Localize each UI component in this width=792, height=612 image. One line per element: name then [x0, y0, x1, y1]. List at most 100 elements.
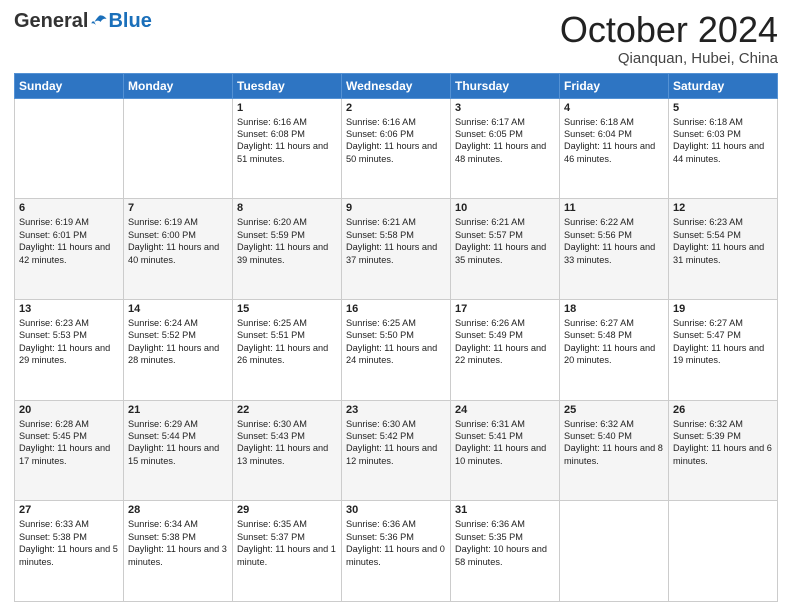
cell-info: Sunrise: 6:36 AM Sunset: 5:36 PM Dayligh… [346, 518, 446, 568]
col-header-wednesday: Wednesday [342, 73, 451, 98]
day-number: 17 [455, 303, 555, 315]
col-header-sunday: Sunday [15, 73, 124, 98]
calendar-cell: 1 Sunrise: 6:16 AM Sunset: 6:08 PM Daylig… [233, 98, 342, 199]
calendar-row-0: 1 Sunrise: 6:16 AM Sunset: 6:08 PM Daylig… [15, 98, 778, 199]
col-header-tuesday: Tuesday [233, 73, 342, 98]
calendar-cell: 2Sunrise: 6:16 AM Sunset: 6:06 PM Daylig… [342, 98, 451, 199]
cell-info: Sunrise: 6:25 AM Sunset: 5:51 PM Dayligh… [237, 317, 337, 367]
calendar-cell [560, 501, 669, 602]
day-number: 8 [237, 202, 337, 214]
calendar-cell: 14 Sunrise: 6:24 AM Sunset: 5:52 PM Dayli… [124, 299, 233, 400]
day-number: 14 [128, 303, 228, 315]
cell-info: Sunrise: 6:22 AM Sunset: 5:56 PM Dayligh… [564, 216, 664, 266]
calendar-row-4: 27 Sunrise: 6:33 AM Sunset: 5:38 PM Dayli… [15, 501, 778, 602]
cell-info: Sunrise: 6:26 AM Sunset: 5:49 PM Dayligh… [455, 317, 555, 367]
calendar-cell: 7 Sunrise: 6:19 AM Sunset: 6:00 PM Daylig… [124, 199, 233, 300]
calendar-cell: 8 Sunrise: 6:20 AM Sunset: 5:59 PM Daylig… [233, 199, 342, 300]
cell-info: Sunrise: 6:19 AM Sunset: 6:00 PM Dayligh… [128, 216, 228, 266]
day-number: 25 [564, 404, 664, 416]
calendar-cell: 17 Sunrise: 6:26 AM Sunset: 5:49 PM Dayli… [451, 299, 560, 400]
cell-info: Sunrise: 6:21 AM Sunset: 5:58 PM Dayligh… [346, 216, 446, 266]
day-number: 29 [237, 504, 337, 516]
day-number: 15 [237, 303, 337, 315]
calendar-cell: 16 Sunrise: 6:25 AM Sunset: 5:50 PM Dayli… [342, 299, 451, 400]
cell-info: Sunrise: 6:32 AM Sunset: 5:39 PM Dayligh… [673, 418, 773, 468]
cell-info: Sunrise: 6:29 AM Sunset: 5:44 PM Dayligh… [128, 418, 228, 468]
day-number: 30 [346, 504, 446, 516]
day-number: 16 [346, 303, 446, 315]
cell-info: Sunrise: 6:23 AM Sunset: 5:53 PM Dayligh… [19, 317, 119, 367]
calendar-cell: 23 Sunrise: 6:30 AM Sunset: 5:42 PM Dayli… [342, 400, 451, 501]
calendar-cell: 28 Sunrise: 6:34 AM Sunset: 5:38 PM Dayli… [124, 501, 233, 602]
day-number: 9 [346, 202, 446, 214]
cell-info: Sunrise: 6:27 AM Sunset: 5:48 PM Dayligh… [564, 317, 664, 367]
day-number: 1 [237, 102, 337, 114]
cell-info: Sunrise: 6:31 AM Sunset: 5:41 PM Dayligh… [455, 418, 555, 468]
day-number: 28 [128, 504, 228, 516]
cell-info: Sunrise: 6:19 AM Sunset: 6:01 PM Dayligh… [19, 216, 119, 266]
cell-info: Sunrise: 6:34 AM Sunset: 5:38 PM Dayligh… [128, 518, 228, 568]
cell-info: Sunrise: 6:18 AM Sunset: 6:04 PM Dayligh… [564, 116, 664, 166]
cell-info: Sunrise: 6:27 AM Sunset: 5:47 PM Dayligh… [673, 317, 773, 367]
logo-general: General [14, 10, 88, 33]
cell-info: Sunrise: 6:36 AM Sunset: 5:35 PM Dayligh… [455, 518, 555, 568]
calendar-cell: 19 Sunrise: 6:27 AM Sunset: 5:47 PM Dayli… [669, 299, 778, 400]
calendar-cell: 22 Sunrise: 6:30 AM Sunset: 5:43 PM Dayli… [233, 400, 342, 501]
col-header-friday: Friday [560, 73, 669, 98]
title-block: October 2024 Qianquan, Hubei, China [560, 10, 778, 67]
day-number: 22 [237, 404, 337, 416]
day-number: 3 [455, 102, 555, 114]
calendar-cell: 25 Sunrise: 6:32 AM Sunset: 5:40 PM Dayli… [560, 400, 669, 501]
day-number: 24 [455, 404, 555, 416]
col-header-saturday: Saturday [669, 73, 778, 98]
calendar-cell: 26 Sunrise: 6:32 AM Sunset: 5:39 PM Dayli… [669, 400, 778, 501]
col-header-thursday: Thursday [451, 73, 560, 98]
calendar-cell: 18Sunrise: 6:27 AM Sunset: 5:48 PM Dayli… [560, 299, 669, 400]
cell-info: Sunrise: 6:25 AM Sunset: 5:50 PM Dayligh… [346, 317, 446, 367]
day-number: 31 [455, 504, 555, 516]
cell-info: Sunrise: 6:16 AM Sunset: 6:08 PM Dayligh… [237, 116, 337, 166]
calendar-row-3: 20Sunrise: 6:28 AM Sunset: 5:45 PM Dayli… [15, 400, 778, 501]
calendar-cell: 9 Sunrise: 6:21 AM Sunset: 5:58 PM Daylig… [342, 199, 451, 300]
calendar-cell: 3Sunrise: 6:17 AM Sunset: 6:05 PM Daylig… [451, 98, 560, 199]
cell-info: Sunrise: 6:33 AM Sunset: 5:38 PM Dayligh… [19, 518, 119, 568]
calendar-cell: 15 Sunrise: 6:25 AM Sunset: 5:51 PM Dayli… [233, 299, 342, 400]
calendar-cell [669, 501, 778, 602]
cell-info: Sunrise: 6:20 AM Sunset: 5:59 PM Dayligh… [237, 216, 337, 266]
day-number: 19 [673, 303, 773, 315]
cell-info: Sunrise: 6:30 AM Sunset: 5:42 PM Dayligh… [346, 418, 446, 468]
day-number: 23 [346, 404, 446, 416]
logo-bird-icon [90, 13, 108, 31]
calendar-cell: 11Sunrise: 6:22 AM Sunset: 5:56 PM Dayli… [560, 199, 669, 300]
cell-info: Sunrise: 6:23 AM Sunset: 5:54 PM Dayligh… [673, 216, 773, 266]
cell-info: Sunrise: 6:16 AM Sunset: 6:06 PM Dayligh… [346, 116, 446, 166]
header: General Blue October 2024 Qianquan, Hube… [14, 10, 778, 67]
calendar-row-2: 13 Sunrise: 6:23 AM Sunset: 5:53 PM Dayli… [15, 299, 778, 400]
day-number: 4 [564, 102, 664, 114]
calendar-cell [15, 98, 124, 199]
logo-blue: Blue [108, 10, 151, 33]
day-number: 13 [19, 303, 119, 315]
calendar-cell [124, 98, 233, 199]
calendar-cell: 20Sunrise: 6:28 AM Sunset: 5:45 PM Dayli… [15, 400, 124, 501]
calendar-cell: 6Sunrise: 6:19 AM Sunset: 6:01 PM Daylig… [15, 199, 124, 300]
calendar-cell: 5 Sunrise: 6:18 AM Sunset: 6:03 PM Daylig… [669, 98, 778, 199]
cell-info: Sunrise: 6:24 AM Sunset: 5:52 PM Dayligh… [128, 317, 228, 367]
calendar-cell: 13 Sunrise: 6:23 AM Sunset: 5:53 PM Dayli… [15, 299, 124, 400]
calendar-cell: 24 Sunrise: 6:31 AM Sunset: 5:41 PM Dayli… [451, 400, 560, 501]
day-number: 7 [128, 202, 228, 214]
day-number: 27 [19, 504, 119, 516]
calendar-cell: 30 Sunrise: 6:36 AM Sunset: 5:36 PM Dayli… [342, 501, 451, 602]
page: General Blue October 2024 Qianquan, Hube… [0, 0, 792, 612]
cell-info: Sunrise: 6:18 AM Sunset: 6:03 PM Dayligh… [673, 116, 773, 166]
cell-info: Sunrise: 6:30 AM Sunset: 5:43 PM Dayligh… [237, 418, 337, 468]
day-number: 20 [19, 404, 119, 416]
day-number: 5 [673, 102, 773, 114]
day-number: 26 [673, 404, 773, 416]
logo: General Blue [14, 10, 152, 33]
col-header-monday: Monday [124, 73, 233, 98]
calendar-cell: 12Sunrise: 6:23 AM Sunset: 5:54 PM Dayli… [669, 199, 778, 300]
day-number: 21 [128, 404, 228, 416]
main-title: October 2024 [560, 10, 778, 50]
cell-info: Sunrise: 6:32 AM Sunset: 5:40 PM Dayligh… [564, 418, 664, 468]
